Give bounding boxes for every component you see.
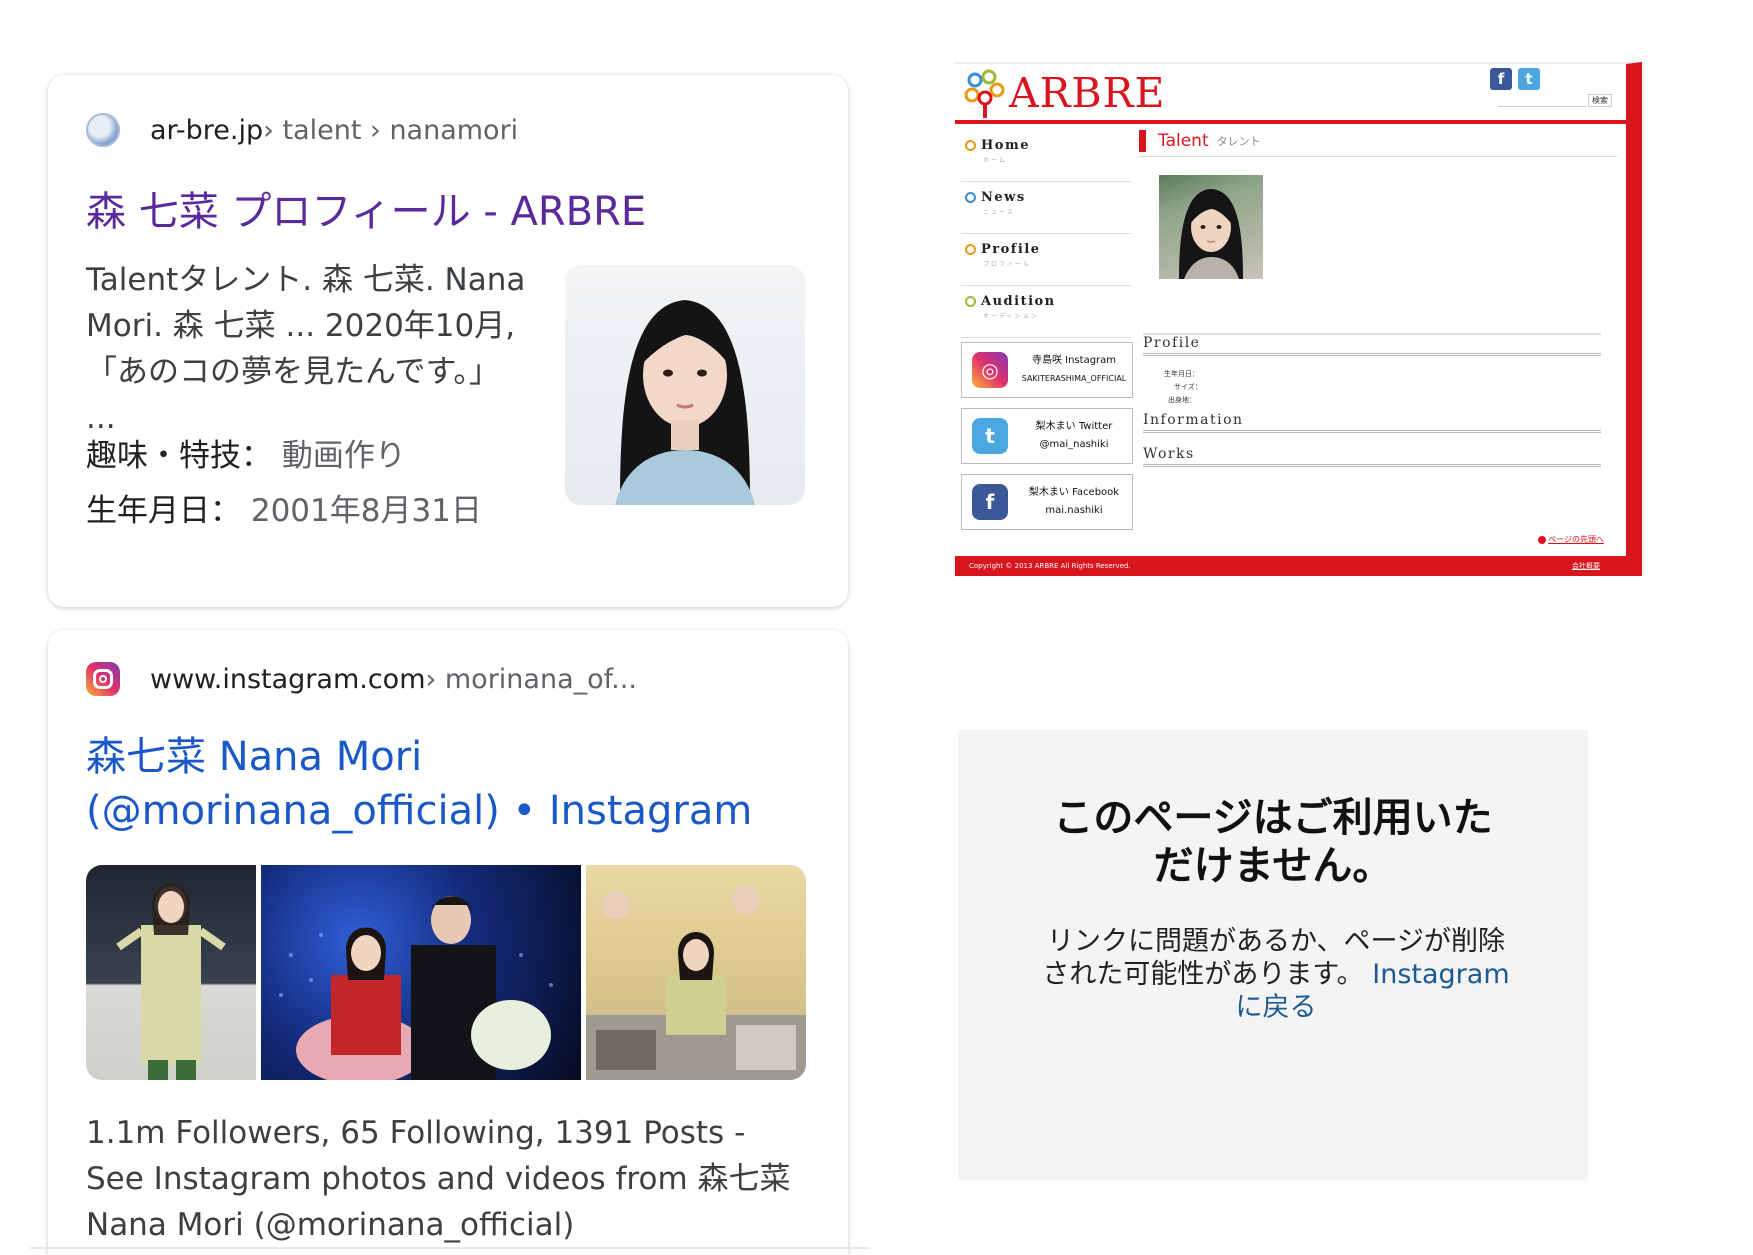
fact-label: 生年月日： [86,493,241,529]
error-heading-text: このページはご利用いただけません。 [1053,795,1493,889]
fact-birthday: 生年月日： 2001年8月31日 [86,485,482,530]
twitter-link-box[interactable]: t 梨木まい Twitter @mai_nashiki [961,408,1133,464]
social-name: 梨木まい Twitter [1035,421,1113,432]
photo-thumbnail[interactable] [586,865,806,1080]
social-name: 寺島咲 Instagram [1031,355,1117,366]
nav-label: Audition [981,294,1056,309]
header-rule [955,120,1626,124]
portrait-thumbnail[interactable] [565,265,805,505]
photo-thumbnail[interactable] [86,865,256,1080]
result-site: ar-bre.jp [150,114,264,146]
result-source-row[interactable]: www.instagram.com › morinana_of... [86,662,637,696]
tree-logo-icon [964,69,1005,118]
talent-heading-text: Talent [1158,131,1209,151]
instagram-error-page: このページはご利用いただけません。 リンクに問題があるか、ページが削除された可能… [958,730,1588,1180]
talent-content: Talent タレント Profile 生年月日： サイズ： 出身地： Info… [1139,130,1617,467]
talent-photo [1159,175,1263,279]
fact-value: 動画作り [281,438,406,474]
result-source-row[interactable]: ar-bre.jp › talent › nanamori [86,113,518,147]
globe-icon [86,113,120,147]
social-handle: @mai_nashiki [1039,439,1109,450]
site-search-button[interactable]: 検索 [1588,94,1612,107]
facebook-link-box[interactable]: f 梨木まい Facebook mai.nashiki [961,474,1133,530]
nav-sublabel: オーディション [983,313,1039,320]
profile-field: 生年月日： [1164,370,1199,378]
talent-heading-kana: タレント [1216,135,1261,148]
search-result-arbre[interactable]: ar-bre.jp › talent › nanamori 森 七菜 プロフィー… [48,75,848,607]
nav-item-home[interactable]: Home ホーム [961,130,1131,182]
section-profile: Profile [1143,333,1601,356]
instagram-icon [86,662,120,696]
arbre-logo-text: ARBRE [1009,69,1166,117]
result-description: 1.1m Followers, 65 Following, 1391 Posts… [86,1115,791,1243]
site-footer: Copyright © 2013 ARBRE All Rights Reserv… [955,556,1626,576]
nav-sublabel: プロフィール [983,261,1031,268]
nav-label: News [981,190,1026,205]
fact-value: 2001年8月31日 [250,493,482,529]
error-message: リンクに問題があるか、ページが削除された可能性があります。 Instagramに… [1036,925,1516,1024]
social-handle: SAKITERASHIMA_OFFICIAL [1021,374,1127,383]
facebook-icon[interactable]: f [1490,68,1512,90]
divider [30,1247,870,1249]
result-breadcrumb: › morinana_of... [425,663,637,695]
instagram-icon: ◎ [972,352,1008,388]
twitter-icon: t [972,418,1008,454]
nav-item-news[interactable]: News ニュース [961,182,1131,234]
result-title-link[interactable]: 森 七菜 プロフィール - ARBRE [86,185,646,239]
arbre-logo[interactable]: ARBRE [963,68,1165,118]
nav-label: Profile [981,242,1041,257]
bullet-icon [965,244,976,255]
twitter-icon[interactable]: t [1518,68,1540,90]
header-social-links: f t [1490,68,1540,90]
result-breadcrumb: › talent › nanamori [263,114,519,146]
nav-sublabel: ニュース [983,209,1015,216]
result-site: www.instagram.com [150,663,426,695]
result-snippet: Talentタレント. 森 七菜. Nana Mori. 森 七菜 ... 20… [86,262,526,436]
talent-heading: Talent タレント [1139,130,1599,152]
page-top-label: ページの先頭へ [1548,535,1604,544]
site-search: 検索 [1498,94,1612,107]
fact-hobby: 趣味・特技： 動画作り [86,430,406,475]
photo-strip[interactable] [86,865,806,1080]
photo-thumbnail[interactable] [261,865,581,1080]
bullet-icon [965,296,976,307]
arrow-up-icon [1538,535,1547,544]
nav-label: Home [981,138,1030,153]
page-top-link[interactable]: ページの先頭へ [1538,534,1604,545]
nav-item-audition[interactable]: Audition オーディション [961,286,1131,338]
error-heading: このページはご利用いただけません。 [958,794,1588,890]
section-works: Works [1143,446,1601,467]
profile-field: 出身地： [1168,396,1196,404]
social-name: 梨木まい Facebook [1028,487,1120,498]
nav-sublabel: ホーム [983,157,1007,164]
section-information: Information [1143,412,1601,433]
bullet-icon [965,140,976,151]
instagram-link-box[interactable]: ◎ 寺島咲 Instagram SAKITERASHIMA_OFFICIAL [961,342,1133,398]
site-search-input[interactable] [1498,95,1586,107]
site-nav: Home ホーム News ニュース Profile プロフィール Auditi… [961,130,1131,338]
profile-field: サイズ： [1174,383,1202,391]
arbre-site-screenshot: ARBRE f t 検索 Home ホーム News ニュース Profile … [955,62,1642,576]
bullet-icon [965,192,976,203]
search-result-instagram[interactable]: www.instagram.com › morinana_of... 森七菜 N… [48,630,848,1255]
copyright-text: Copyright © 2013 ARBRE All Rights Reserv… [969,562,1131,570]
heading-rule [1139,156,1617,157]
fact-label: 趣味・特技： [86,438,272,474]
facebook-icon: f [972,484,1008,520]
company-link[interactable]: 会社概要 [1572,561,1600,571]
profile-fields: 生年月日： サイズ： 出身地： [1164,368,1202,407]
nav-item-profile[interactable]: Profile プロフィール [961,234,1131,286]
social-handle: mai.nashiki [1045,505,1103,516]
